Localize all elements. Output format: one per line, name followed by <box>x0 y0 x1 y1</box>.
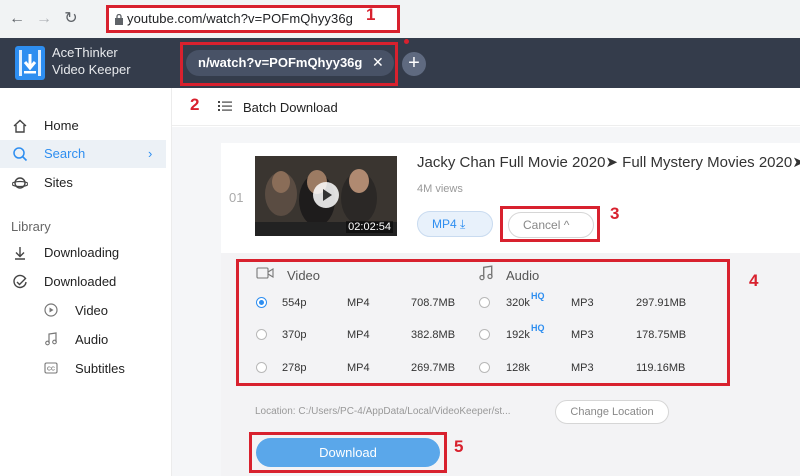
search-icon <box>13 147 28 162</box>
audio-128k-radio[interactable] <box>479 362 490 373</box>
lock-icon <box>115 14 123 25</box>
sidebar-item-label: Search <box>44 146 86 161</box>
audio-format: MP3 <box>571 297 594 309</box>
annotation-number-2: 2 <box>190 95 200 114</box>
sidebar-item-downloaded[interactable]: Downloaded <box>0 268 166 296</box>
sidebar: Home Search › Sites Library Downloading … <box>0 88 172 476</box>
audio-column-header: Audio <box>506 268 540 283</box>
video-370p-radio[interactable] <box>256 329 267 340</box>
browser-toolbar: ← → ↻ youtube.com/watch?v=POFmQhyy36g 1 <box>0 0 800 38</box>
video-format: MP4 <box>347 329 370 341</box>
app-header: AceThinker Video Keeper n/watch?v=POFmQh… <box>0 38 800 88</box>
tab-label: n/watch?v=POFmQhyy36g <box>198 55 363 70</box>
sidebar-item-label: Audio <box>75 332 109 347</box>
sidebar-item-label: Downloading <box>44 245 120 260</box>
change-location-button[interactable]: Change Location <box>555 400 669 424</box>
audio-320k-radio[interactable] <box>479 297 490 308</box>
audio-size: 178.75MB <box>636 329 687 341</box>
brand-product: Video Keeper <box>52 62 131 77</box>
video-duration: 02:02:54 <box>346 221 393 233</box>
sidebar-subitem-video[interactable]: Video <box>0 297 166 323</box>
arrow-right-icon[interactable]: → <box>35 10 53 28</box>
video-views: 4M views <box>417 183 463 195</box>
sidebar-item-search[interactable]: Search › <box>0 140 166 168</box>
video-quality: 370p <box>282 329 307 341</box>
annotation-dot <box>404 39 409 44</box>
audio-size: 119.16MB <box>636 362 686 374</box>
video-format: MP4 <box>347 297 370 309</box>
sidebar-item-label: Sites <box>44 175 73 190</box>
hq-badge: HQ <box>531 323 545 333</box>
download-button[interactable]: Download <box>256 438 440 467</box>
format-mp4-button[interactable]: MP4 ⤓ <box>417 211 493 237</box>
sidebar-item-label: Home <box>44 118 79 133</box>
batch-download-bar[interactable]: 2 Batch Download <box>172 88 800 126</box>
sidebar-item-label: Downloaded <box>44 274 117 289</box>
address-bar[interactable]: youtube.com/watch?v=POFmQhyy36g <box>106 5 400 33</box>
video-quality: 278p <box>282 362 307 374</box>
sidebar-subitem-audio[interactable]: Audio <box>0 326 166 352</box>
video-column-header: Video <box>287 268 321 283</box>
sidebar-subitem-subtitles[interactable]: CC Subtitles <box>0 355 166 381</box>
video-278p-radio[interactable] <box>256 362 267 373</box>
url-tab[interactable]: n/watch?v=POFmQhyy36g ✕ <box>186 50 394 76</box>
audio-note-icon <box>479 265 493 281</box>
download-arrow-icon <box>15 247 25 260</box>
chevron-right-icon: › <box>148 146 153 161</box>
video-format: MP4 <box>347 362 370 374</box>
sidebar-item-label: Video <box>75 303 109 318</box>
play-circle-icon <box>44 303 58 317</box>
save-location-path: Location: C:/Users/PC-4/AppData/Local/Vi… <box>255 406 511 417</box>
video-554p-radio[interactable] <box>256 297 267 308</box>
sidebar-item-label: Subtitles <box>75 361 125 376</box>
video-index: 01 <box>229 190 244 205</box>
video-size: 382.8MB <box>411 329 456 341</box>
annotation-number-3: 3 <box>610 204 620 223</box>
sidebar-item-sites[interactable]: Sites <box>0 169 166 197</box>
check-circle-icon <box>13 274 27 289</box>
add-tab-button[interactable]: + <box>402 52 426 76</box>
cancel-button[interactable]: Cancel ^ <box>508 212 594 238</box>
list-icon <box>218 101 232 111</box>
audio-format: MP3 <box>571 362 594 374</box>
close-icon[interactable]: ✕ <box>372 54 384 71</box>
reload-icon[interactable]: ↻ <box>62 10 80 28</box>
annotation-number-4: 4 <box>749 271 759 290</box>
library-heading: Library <box>11 219 51 234</box>
batch-download-label: Batch Download <box>243 100 338 115</box>
annotation-number-5: 5 <box>454 437 464 456</box>
play-icon[interactable] <box>313 182 339 208</box>
brand-name: AceThinker <box>52 45 118 60</box>
video-size: 708.7MB <box>411 297 456 309</box>
home-icon <box>13 119 27 133</box>
audio-192k-radio[interactable] <box>479 329 490 340</box>
audio-format: MP3 <box>571 329 594 341</box>
audio-size: 297.91MB <box>636 297 687 309</box>
cc-icon: CC <box>44 362 58 374</box>
audio-quality: 320k <box>506 297 530 309</box>
music-note-icon <box>45 332 57 346</box>
audio-quality: 192k <box>506 329 530 341</box>
planet-icon <box>12 177 28 189</box>
audio-quality: 128k <box>506 362 530 374</box>
video-camera-icon <box>256 267 274 279</box>
app-logo-icon <box>15 46 45 80</box>
annotation-number-1: 1 <box>366 5 376 24</box>
hq-badge: HQ <box>531 291 545 301</box>
sidebar-item-downloading[interactable]: Downloading <box>0 239 166 267</box>
video-quality: 554p <box>282 297 307 309</box>
video-title: Jacky Chan Full Movie 2020➤ Full Mystery… <box>417 154 800 171</box>
url-text: youtube.com/watch?v=POFmQhyy36g <box>127 11 354 26</box>
svg-text:CC: CC <box>47 367 55 373</box>
sidebar-item-home[interactable]: Home <box>0 112 166 140</box>
video-size: 269.7MB <box>411 362 456 374</box>
arrow-left-icon[interactable]: ← <box>8 10 26 28</box>
video-thumbnail[interactable]: 02:02:54 <box>255 156 397 236</box>
